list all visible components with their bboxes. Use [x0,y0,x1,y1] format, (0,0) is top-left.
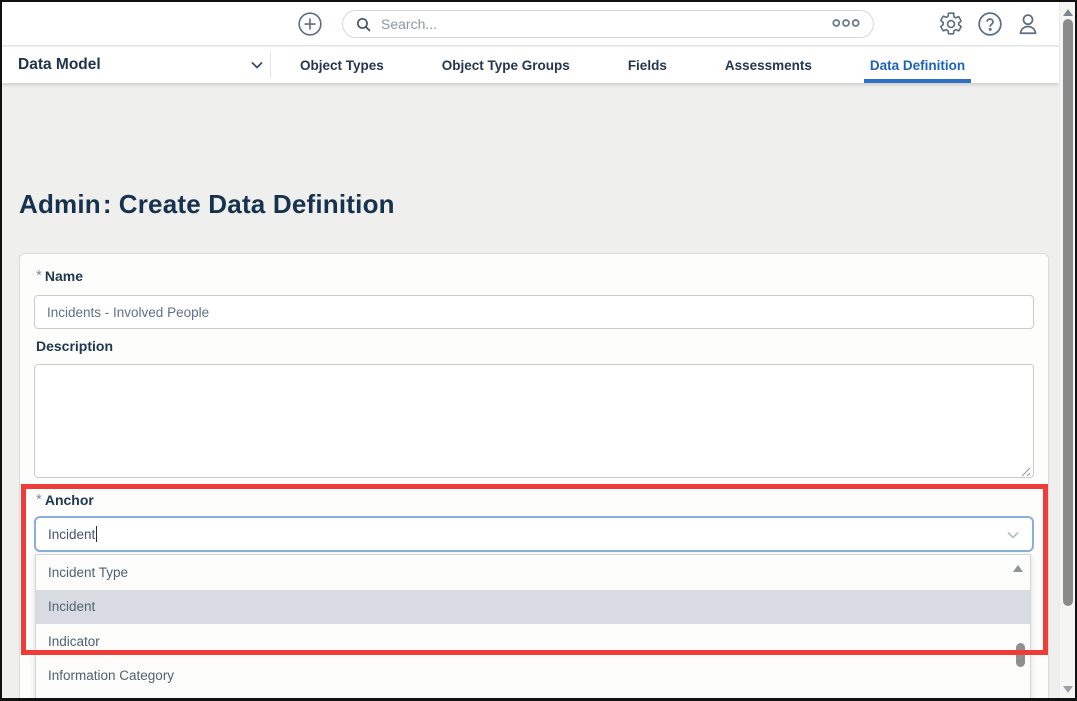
tab-object-types[interactable]: Object Types [294,47,390,83]
dropdown-item[interactable]: Indicator [36,624,1030,659]
required-asterisk: * [36,267,42,284]
help-button[interactable] [977,11,1003,37]
search-icon [355,16,372,33]
question-icon [977,11,1003,37]
name-field-label: * Name [36,267,83,285]
tab-data-definition[interactable]: Data Definition [863,47,972,83]
search-input[interactable] [381,16,831,32]
dropdown-item-highlighted[interactable]: Incident [36,589,1030,624]
chevron-down-icon [250,58,264,72]
chevron-down-icon[interactable] [1006,528,1020,542]
settings-button[interactable] [938,11,964,37]
dropdown-item[interactable]: Injury [36,693,1030,698]
description-field-label: Description [36,338,113,354]
scroll-up-icon[interactable] [1013,565,1023,572]
nav-bar: Data Model Object Types Object Type Grou… [2,47,1059,83]
module-selector[interactable]: Data Model [18,47,264,83]
top-header [2,2,1059,46]
description-field [34,364,1034,478]
tab-fields[interactable]: Fields [622,47,673,83]
anchor-label-text: Anchor [44,492,94,508]
nav-divider [270,52,271,78]
description-textarea[interactable] [34,364,1034,478]
name-label-text: Name [44,268,83,284]
module-label: Data Model [18,56,101,73]
user-button[interactable] [1015,11,1041,37]
person-icon [1015,11,1041,37]
scroll-down-icon[interactable] [1063,686,1073,693]
dropdown-item[interactable]: Incident Type [36,555,1030,590]
scroll-up-icon[interactable] [1063,9,1073,16]
description-label-text: Description [36,338,114,354]
resize-handle-icon[interactable] [1020,464,1031,477]
page-scrollbar[interactable] [1059,2,1075,698]
anchor-combobox[interactable]: Incident [34,516,1034,552]
more-options-icon[interactable] [831,16,861,32]
text-cursor [96,526,98,542]
plus-circle-icon [297,11,323,37]
name-input[interactable] [34,295,1034,329]
gear-icon [938,11,964,37]
page-title: Admin: Create Data Definition [19,189,395,220]
page-title-prefix: Admin [19,189,101,219]
search-bar[interactable] [342,10,874,38]
dropdown-item[interactable]: Information Category [36,659,1030,694]
anchor-combobox-value: Incident [48,526,96,542]
anchor-field-label: * Anchor [36,491,94,509]
tab-strip: Object Types Object Type Groups Fields A… [294,47,972,83]
content-area: Admin:Create Data Definition *Name Descr… [2,83,1059,698]
tab-assessments[interactable]: Assessments [719,47,818,83]
page-title-main: Create Data Definition [118,189,395,219]
app-window: Data Model Object Types Object Type Grou… [0,0,1077,701]
page-title-separator: : [102,189,112,219]
required-asterisk: * [36,491,42,508]
add-button[interactable] [297,11,323,37]
tab-object-type-groups[interactable]: Object Type Groups [436,47,576,83]
anchor-dropdown-list: Incident Type Incident Indicator Informa… [35,554,1031,698]
dropdown-scrollbar-thumb[interactable] [1016,643,1025,667]
scrollbar-thumb[interactable] [1063,19,1073,606]
